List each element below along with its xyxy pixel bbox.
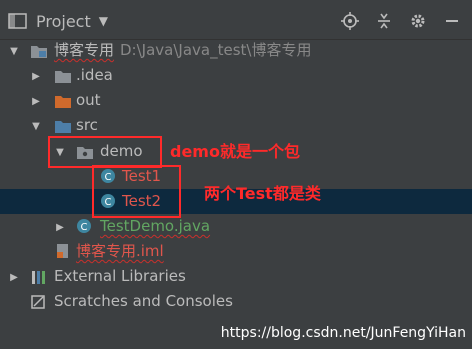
- folder-label: src: [76, 116, 98, 134]
- scratches-icon: [31, 295, 45, 309]
- folder-label: out: [76, 91, 101, 109]
- root-path: D:\Java\Java_test\博客专用: [120, 41, 312, 59]
- libraries-icon: [32, 271, 45, 284]
- tree-row-src[interactable]: ▼ src: [0, 113, 472, 138]
- locate-icon[interactable]: [340, 11, 360, 31]
- collapse-all-icon[interactable]: [374, 11, 394, 31]
- tree-row-scratches[interactable]: Scratches and Consoles: [0, 289, 472, 314]
- collapsed-arrow-icon[interactable]: ▶: [30, 95, 42, 107]
- iml-file-label: 博客专用.iml: [76, 242, 164, 260]
- folder-label: .idea: [76, 66, 113, 84]
- class-icon: C: [77, 219, 91, 233]
- scratches-label: Scratches and Consoles: [54, 292, 233, 310]
- annotation-box-demo: [48, 136, 162, 168]
- collapsed-arrow-icon[interactable]: ▶: [8, 271, 20, 283]
- project-toolbar: Project ▼: [0, 0, 472, 40]
- expanded-arrow-icon[interactable]: ▼: [8, 45, 20, 57]
- gear-icon[interactable]: [408, 11, 428, 31]
- source-folder-icon: [55, 121, 71, 133]
- iml-file-icon: [57, 244, 68, 258]
- excluded-folder-icon: [55, 96, 71, 108]
- annotation-test-note: 两个Test都是类: [204, 184, 321, 203]
- collapsed-arrow-icon[interactable]: ▶: [30, 70, 42, 82]
- collapsed-arrow-icon[interactable]: ▶: [54, 221, 66, 233]
- tree-row-testdemo[interactable]: ▶ C TestDemo.java: [0, 214, 472, 239]
- caret-down-icon[interactable]: ▼: [99, 14, 108, 28]
- project-view-selector[interactable]: Project ▼: [8, 10, 108, 32]
- svg-text:C: C: [81, 222, 88, 233]
- tree-row-out[interactable]: ▶ out: [0, 88, 472, 113]
- tree-row-root[interactable]: ▼ 博客专用 D:\Java\Java_test\博客专用: [0, 38, 472, 63]
- tree-row-iml[interactable]: 博客专用.iml: [0, 239, 472, 264]
- java-file-label: TestDemo.java: [100, 217, 211, 235]
- watermark: https://blog.csdn.net/JunFengYiHan: [220, 325, 466, 341]
- module-folder-icon: [31, 46, 47, 58]
- annotation-demo-note: demo就是一个包: [170, 142, 300, 161]
- external-libraries-label: External Libraries: [54, 267, 186, 285]
- root-name: 博客专用: [54, 41, 115, 59]
- folder-icon: [55, 71, 71, 83]
- tree-row-external-libraries[interactable]: ▶ External Libraries: [0, 264, 472, 289]
- project-title: Project: [36, 11, 91, 31]
- project-panel-icon: [8, 13, 27, 29]
- tree-row-idea[interactable]: ▶ .idea: [0, 63, 472, 88]
- hide-icon[interactable]: [442, 11, 462, 31]
- annotation-box-tests: [92, 165, 181, 218]
- expanded-arrow-icon[interactable]: ▼: [30, 120, 42, 132]
